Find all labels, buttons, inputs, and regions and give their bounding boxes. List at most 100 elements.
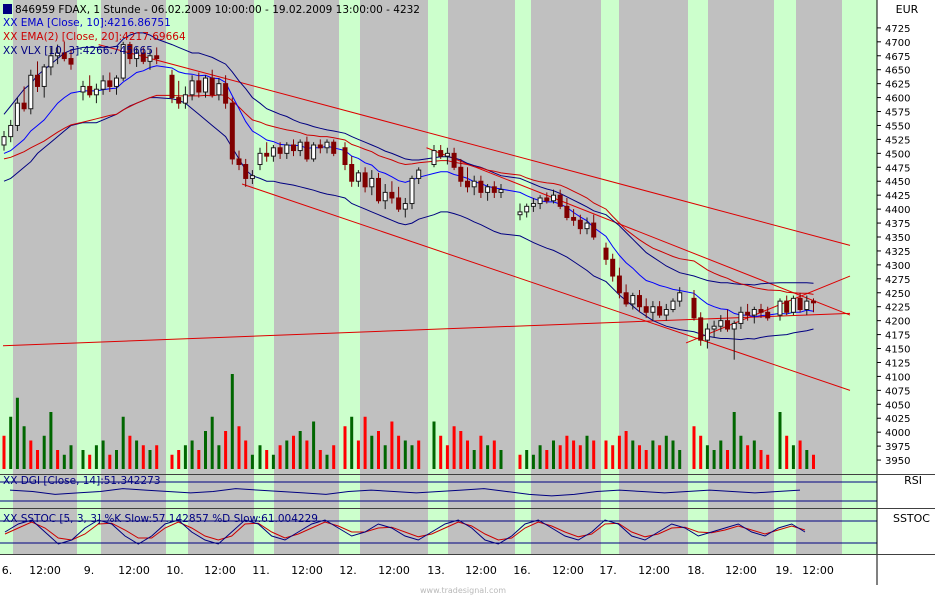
legend-vlx[interactable]: XX VLX [10, 3]:4266.745665 [3,45,153,57]
candle-body[interactable] [101,81,105,89]
candle-body[interactable] [390,192,394,198]
candle-body[interactable] [108,81,112,87]
legend-ema20[interactable]: XX EMA(2) [Close, 20]:4217.69664 [3,31,186,43]
candle-body[interactable] [271,148,275,156]
candle-body[interactable] [466,181,470,187]
candle-body[interactable] [204,78,208,92]
candle-body[interactable] [210,78,214,95]
candle-body[interactable] [604,248,608,259]
candle-body[interactable] [432,151,436,165]
candle-body[interactable] [572,217,576,220]
candle-body[interactable] [417,170,421,178]
candle-body[interactable] [250,176,254,179]
candle-body[interactable] [363,173,367,187]
candle-body[interactable] [356,173,360,181]
candle-body[interactable] [88,86,92,94]
candle-body[interactable] [558,195,562,206]
candle-body[interactable] [472,181,476,187]
candle-body[interactable] [518,212,522,215]
candle-body[interactable] [410,178,414,203]
candle-body[interactable] [759,309,763,312]
candle-body[interactable] [592,223,596,237]
candle-body[interactable] [197,81,201,92]
candle-body[interactable] [285,145,289,153]
candle-body[interactable] [177,98,181,104]
candle-body[interactable] [791,298,795,312]
candle-body[interactable] [15,103,19,125]
candle-body[interactable] [812,301,816,303]
candle-body[interactable] [312,145,316,159]
candle-body[interactable] [244,165,248,179]
candle-body[interactable] [2,137,6,145]
candle-body[interactable] [190,81,194,95]
candle-body[interactable] [9,125,13,136]
candle-body[interactable] [445,153,449,156]
candle-body[interactable] [671,301,675,309]
candle-body[interactable] [278,148,282,154]
candle-body[interactable] [785,301,789,312]
candle-body[interactable] [638,296,642,307]
candle-body[interactable] [644,307,648,313]
candle-body[interactable] [170,75,174,97]
candle-body[interactable] [452,153,456,167]
candle-body[interactable] [155,56,159,59]
candle-body[interactable] [631,296,635,304]
candle-body[interactable] [69,59,73,65]
candle-body[interactable] [732,323,736,329]
candle-body[interactable] [377,178,381,200]
candle-body[interactable] [525,206,529,212]
candle-body[interactable] [531,204,535,207]
candle-body[interactable] [486,187,490,193]
candle-body[interactable] [664,309,668,315]
candle-body[interactable] [705,329,709,340]
candle-body[interactable] [499,190,503,193]
legend-rsi[interactable]: XX DGI [Close, 14]:51.342273 [3,475,161,487]
candle-body[interactable] [237,159,241,165]
candle-body[interactable] [578,220,582,228]
candle-body[interactable] [49,56,53,67]
candle-body[interactable] [805,301,809,309]
candle-body[interactable] [624,293,628,304]
candle-body[interactable] [265,153,269,156]
candle-body[interactable] [459,167,463,181]
candle-body[interactable] [585,223,589,229]
candle-body[interactable] [651,307,655,313]
candle-body[interactable] [217,84,221,95]
legend-ema10[interactable]: XX EMA [Close, 10]:4216.86751 [3,17,171,29]
candle-body[interactable] [94,89,98,95]
candle-body[interactable] [332,142,336,153]
candle-body[interactable] [726,321,730,329]
candle-body[interactable] [712,326,716,329]
candle-body[interactable] [383,192,387,200]
candle-body[interactable] [752,309,756,315]
candle-body[interactable] [719,321,723,327]
candle-body[interactable] [479,181,483,192]
candle-body[interactable] [305,142,309,159]
candle-body[interactable] [739,312,743,323]
candle-body[interactable] [492,187,496,193]
candle-body[interactable] [798,298,802,309]
candle-body[interactable] [224,84,228,104]
candle-body[interactable] [538,198,542,204]
candle-body[interactable] [611,259,615,276]
candle-body[interactable] [692,298,696,318]
candle-body[interactable] [258,153,262,164]
candle-body[interactable] [183,95,187,103]
candle-body[interactable] [81,86,85,92]
candle-body[interactable] [397,198,401,209]
candle-body[interactable] [699,318,703,340]
candle-body[interactable] [370,178,374,186]
candle-body[interactable] [29,75,33,108]
candle-body[interactable] [746,312,750,315]
legend-sstoc[interactable]: XX SSTOC [5, 3, 3] %K Slow:57.142857 %D … [3,513,318,525]
candle-body[interactable] [325,142,329,148]
candle-body[interactable] [678,293,682,301]
candle-body[interactable] [439,151,443,157]
candle-body[interactable] [115,78,119,86]
candle-body[interactable] [403,204,407,210]
candle-body[interactable] [552,195,556,201]
candle-body[interactable] [318,145,322,148]
candle-body[interactable] [343,148,347,165]
candle-body[interactable] [230,103,234,159]
candle-body[interactable] [36,75,40,86]
